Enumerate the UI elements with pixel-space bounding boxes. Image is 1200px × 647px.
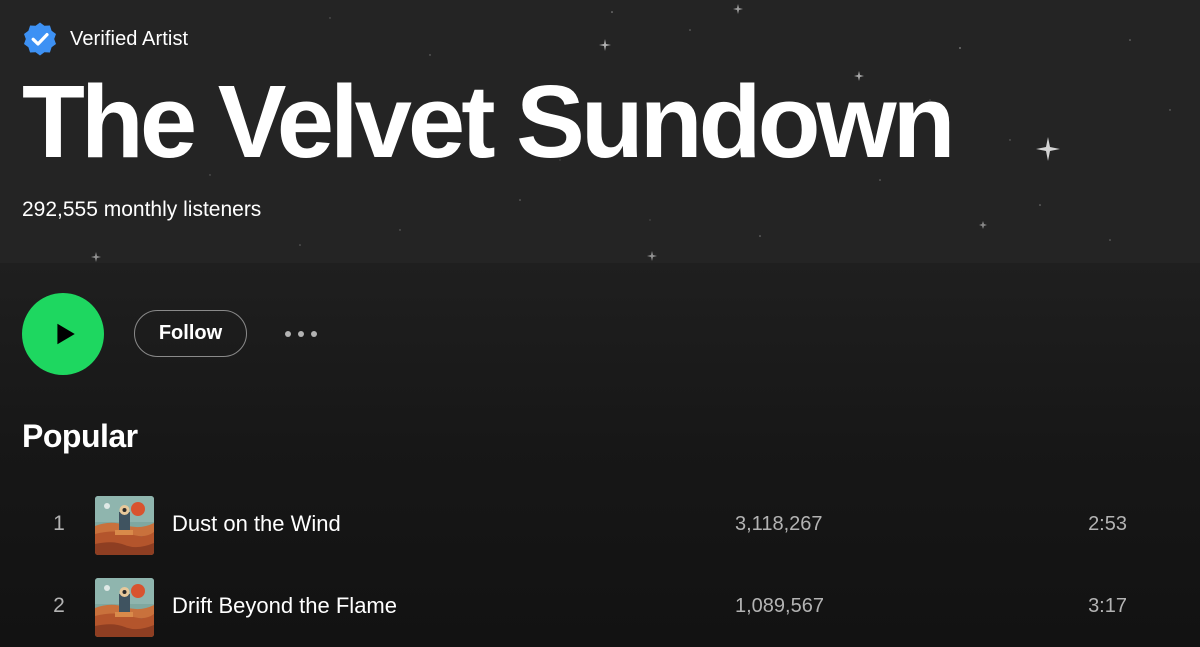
track-duration: 3:17 bbox=[1088, 594, 1127, 617]
verified-badge-icon bbox=[24, 22, 56, 56]
monthly-listeners: 292,555 monthly listeners bbox=[22, 198, 262, 221]
track-row[interactable]: 2 Drift Beyond the Flame 1,089,567 3:17 bbox=[0, 565, 1200, 647]
follow-button[interactable]: Follow bbox=[134, 310, 247, 357]
track-play-count: 1,089,567 bbox=[735, 594, 824, 617]
track-number: 2 bbox=[53, 594, 65, 617]
album-cover[interactable] bbox=[95, 496, 154, 555]
track-duration: 2:53 bbox=[1088, 512, 1127, 535]
album-cover-art bbox=[95, 496, 154, 555]
more-options-button[interactable] bbox=[278, 319, 324, 349]
play-icon bbox=[57, 323, 75, 345]
play-button[interactable] bbox=[22, 293, 104, 375]
album-cover-art bbox=[95, 578, 154, 637]
artist-content: Follow Popular 1 Dust on the Wind 3,118,… bbox=[0, 263, 1200, 647]
track-row[interactable]: 1 Dust on the Wind 3,118,267 2:53 bbox=[0, 483, 1200, 565]
more-options-icon bbox=[311, 331, 317, 337]
popular-heading: Popular bbox=[22, 418, 138, 454]
artist-name: The Velvet Sundown bbox=[22, 64, 956, 179]
track-title[interactable]: Drift Beyond the Flame bbox=[172, 565, 397, 647]
artist-page: Verified Artist The Velvet Sundown 292,5… bbox=[0, 0, 1200, 647]
artist-header: Verified Artist The Velvet Sundown 292,5… bbox=[0, 0, 1200, 263]
track-play-count: 3,118,267 bbox=[735, 512, 823, 535]
more-options-icon bbox=[298, 331, 304, 337]
popular-track-list: 1 Dust on the Wind 3,118,267 2:53 2 Drif… bbox=[0, 483, 1200, 647]
verified-label: Verified Artist bbox=[70, 27, 189, 50]
more-options-icon bbox=[285, 331, 291, 337]
track-title[interactable]: Dust on the Wind bbox=[172, 483, 341, 565]
track-number: 1 bbox=[53, 512, 65, 535]
verified-badge: Verified Artist bbox=[22, 21, 188, 57]
album-cover[interactable] bbox=[95, 578, 154, 637]
